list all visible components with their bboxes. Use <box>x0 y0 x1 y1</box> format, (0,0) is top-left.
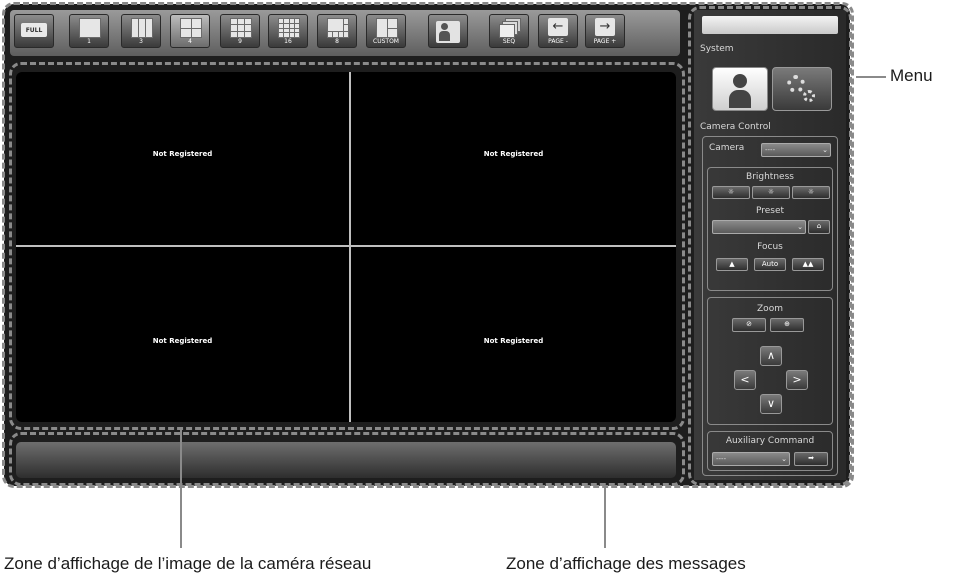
message-area-caption: Zone d’affichage des messages <box>506 554 746 573</box>
menu-area-outline <box>688 6 852 486</box>
camera-area-leader-line <box>180 430 182 548</box>
message-area-leader-line <box>604 486 606 548</box>
menu-leader-line <box>856 76 886 78</box>
camera-area-outline <box>9 62 685 430</box>
menu-caption: Menu <box>890 66 933 85</box>
camera-area-caption: Zone d’affichage de l’image de la caméra… <box>4 554 372 573</box>
message-area-outline <box>9 432 685 486</box>
